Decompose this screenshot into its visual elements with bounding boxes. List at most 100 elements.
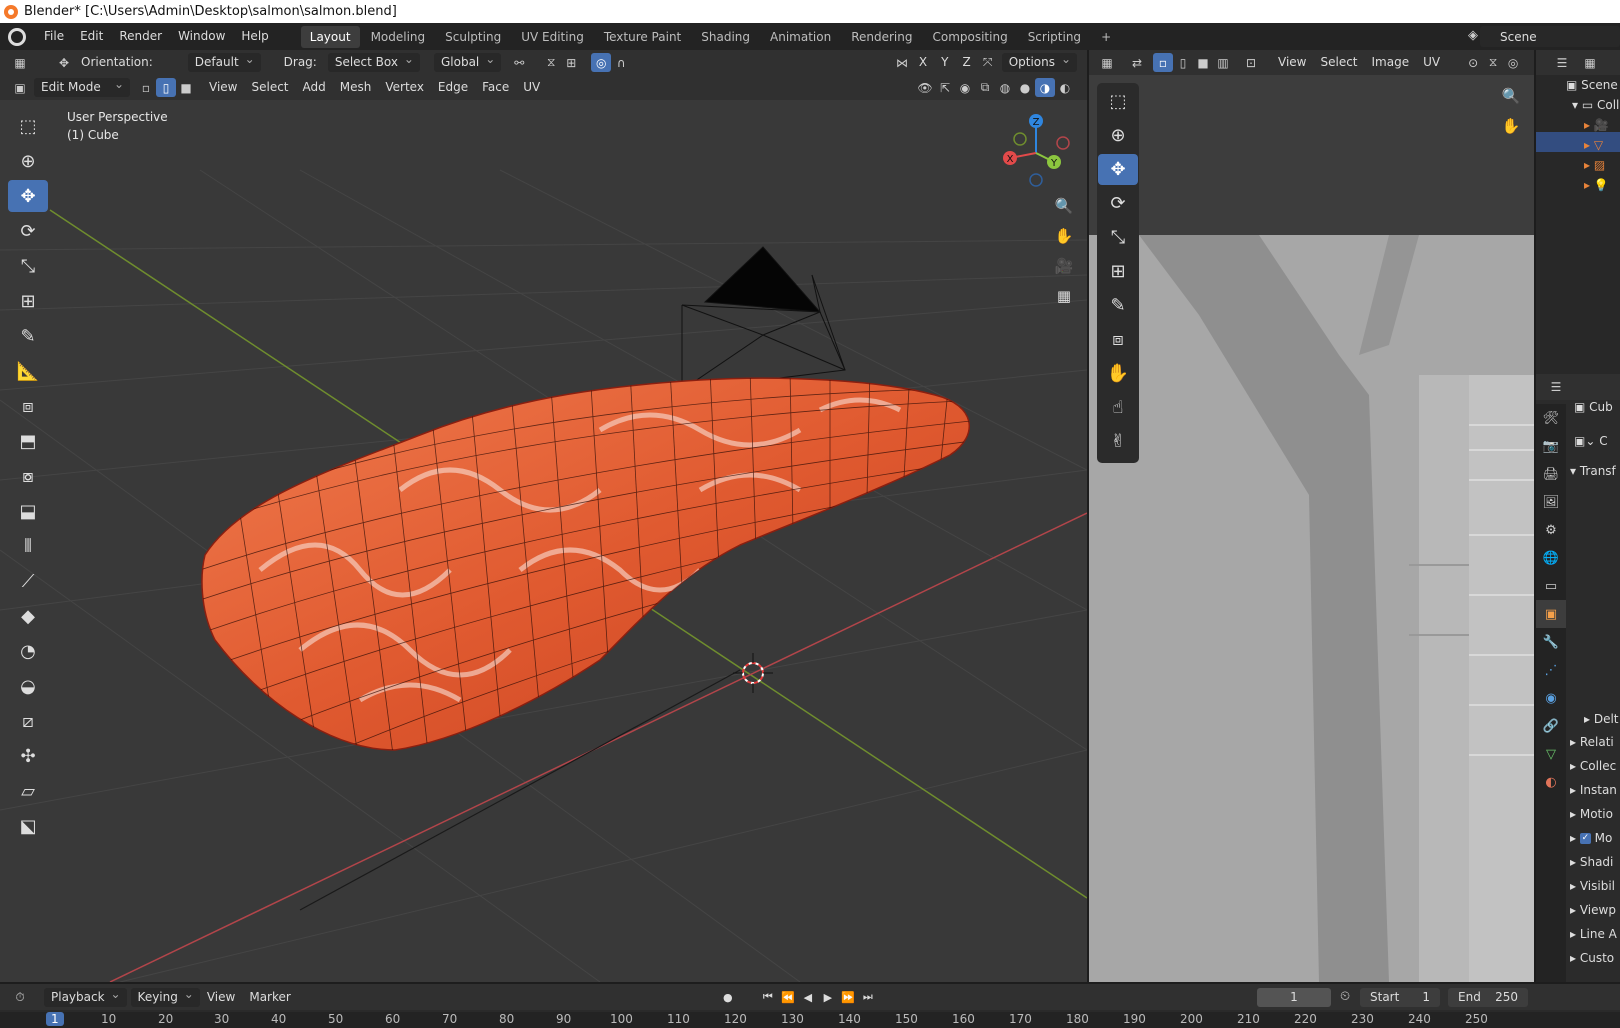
uv-move-tool[interactable]: ✥: [1098, 154, 1138, 185]
tab-scripting[interactable]: Scripting: [1019, 26, 1090, 48]
timeline-ruler[interactable]: 1 10 20 30 40 50 60 70 80 90 100 110 120…: [0, 1012, 1620, 1028]
rip-tool[interactable]: ⬕: [8, 810, 48, 842]
material-shading-icon[interactable]: ◑: [1035, 78, 1055, 97]
loop-cut-tool[interactable]: ⫴: [8, 530, 48, 562]
3d-viewport[interactable]: Z X Y ▦ ✥ Orientation: Default Drag: Sel…: [0, 50, 1087, 982]
overlay-icon[interactable]: ◉: [955, 78, 975, 97]
jump-keyframe-back-icon[interactable]: ⏪: [778, 988, 798, 1007]
cursor-tool[interactable]: ⊕: [8, 145, 48, 177]
navigation-gizmo[interactable]: Z X Y: [1003, 114, 1070, 187]
smooth-tool[interactable]: ◒: [8, 670, 48, 702]
uv-pan-icon[interactable]: ✋: [1499, 114, 1523, 138]
object-data-field[interactable]: ▣⌄ C: [1574, 434, 1608, 448]
uv-sculpt-box-tool[interactable]: ⧈: [1098, 324, 1138, 355]
visibility-panel[interactable]: ▸ Visibil: [1570, 879, 1615, 893]
select-box-tool[interactable]: ⬚: [8, 110, 48, 142]
uv-menu-view[interactable]: View: [1271, 53, 1313, 72]
line-art-panel[interactable]: ▸ Line A: [1570, 927, 1617, 941]
uv-relax-tool[interactable]: ☝: [1098, 392, 1138, 423]
playhead-frame-marker[interactable]: 1: [46, 1012, 64, 1026]
timeline[interactable]: ⏱ Playback Keying View Marker ● ⏮ ⏪ ◀ ▶ …: [0, 984, 1620, 1028]
vertex-select-icon[interactable]: ▫: [136, 78, 156, 97]
jump-keyframe-forward-icon[interactable]: ⏩: [838, 988, 858, 1007]
menu-face[interactable]: Face: [475, 78, 516, 97]
camera-object[interactable]: [681, 246, 846, 391]
outliner-scene-row[interactable]: ▣ Scene C: [1566, 78, 1620, 92]
tab-layout[interactable]: Layout: [300, 25, 360, 48]
world-tab-icon[interactable]: 🌐: [1536, 544, 1566, 572]
auto-keying-icon[interactable]: ●: [718, 988, 738, 1007]
properties-editor[interactable]: ☰ 🛠 📷 🖨 🖼 ⚙ 🌐 ▭ ▣ 🔧 ⋰ ◉ 🔗 ▽ ◐ ▣ Cub ▣⌄ C…: [1536, 374, 1620, 982]
play-reverse-icon[interactable]: ◀: [798, 988, 818, 1007]
visibility-icon[interactable]: 👁: [915, 78, 935, 97]
uv-editor-type-icon[interactable]: ▦: [1097, 53, 1117, 72]
uv-cursor-tool[interactable]: ⊕: [1098, 120, 1138, 151]
menu-edge[interactable]: Edge: [431, 78, 475, 97]
tab-animation[interactable]: Animation: [761, 26, 840, 48]
properties-editor-type-icon[interactable]: ☰: [1546, 378, 1566, 397]
salmon-mesh[interactable]: [200, 370, 980, 770]
uv-face-select-icon[interactable]: ■: [1193, 53, 1213, 72]
uv-zoom-icon[interactable]: 🔍: [1499, 84, 1523, 108]
relations-panel[interactable]: ▸ Relati: [1570, 735, 1614, 749]
object-tab-icon[interactable]: ▣: [1536, 600, 1566, 628]
render-tab-icon[interactable]: 📷: [1536, 432, 1566, 460]
uv-vertex-select-icon[interactable]: ▫: [1153, 53, 1173, 72]
uv-editor[interactable]: ▦ ⇄ ▫ ▯ ■ ▥ ⊡ View Select Image UV ⊙ ⧖ ◎: [1089, 50, 1534, 982]
gizmo-neg-z[interactable]: [1029, 173, 1043, 187]
modifier-tab-icon[interactable]: 🔧: [1536, 628, 1566, 656]
playback-menu[interactable]: Playback: [44, 985, 127, 1007]
shrink-fatten-tool[interactable]: ✣: [8, 740, 48, 772]
collections-panel[interactable]: ▸ Collec: [1570, 759, 1616, 773]
uv-menu-select[interactable]: Select: [1313, 53, 1364, 72]
jump-start-icon[interactable]: ⏮: [758, 988, 778, 1007]
uv-island-select-icon[interactable]: ▥: [1213, 53, 1233, 72]
mirror-y-toggle[interactable]: Y: [934, 53, 955, 72]
preview-range-icon[interactable]: ⏲: [1340, 989, 1350, 1004]
gizmo-toggle-icon[interactable]: ⇱: [935, 78, 955, 97]
snap-target-icon[interactable]: ⊞: [561, 53, 581, 72]
uv-sticky-mode-icon[interactable]: ⊡: [1241, 53, 1261, 72]
viewport-display-panel[interactable]: ▸ Viewp: [1570, 903, 1616, 917]
uv-snap-icon[interactable]: ⧖: [1483, 53, 1503, 72]
menu-window[interactable]: Window: [170, 23, 233, 50]
image-object-icon[interactable]: ▸ ▨: [1584, 158, 1605, 172]
uv-annotate-tool[interactable]: ✎: [1098, 290, 1138, 321]
mode-dropdown[interactable]: Edit Mode: [34, 75, 130, 97]
custom-properties-panel[interactable]: ▸ Custo: [1570, 951, 1614, 965]
menu-file[interactable]: File: [36, 23, 72, 50]
uv-sync-icon[interactable]: ⇄: [1127, 53, 1147, 72]
menu-uv[interactable]: UV: [516, 78, 547, 97]
motion-paths-panel[interactable]: ▸ Motio: [1570, 807, 1613, 821]
solid-shading-icon[interactable]: ●: [1015, 78, 1035, 97]
spin-tool[interactable]: ◔: [8, 635, 48, 667]
uv-scale-tool[interactable]: ⤡: [1098, 222, 1138, 253]
edge-select-icon[interactable]: ▯: [156, 78, 176, 97]
menu-view[interactable]: View: [202, 78, 244, 97]
material-tab-icon[interactable]: ◐: [1536, 768, 1566, 796]
add-workspace-button[interactable]: +: [1092, 26, 1120, 48]
tab-shading[interactable]: Shading: [692, 26, 759, 48]
instancing-panel[interactable]: ▸ Instan: [1570, 783, 1617, 797]
blender-menu-icon[interactable]: [8, 27, 26, 46]
inset-tool[interactable]: ⧇: [8, 460, 48, 492]
shading-panel[interactable]: ▸ Shadi: [1570, 855, 1613, 869]
current-frame-field[interactable]: 1: [1257, 988, 1331, 1007]
menu-add[interactable]: Add: [296, 78, 333, 97]
knife-tool[interactable]: ⟋: [8, 565, 48, 597]
rendered-shading-icon[interactable]: ◐: [1055, 78, 1075, 97]
options-dropdown[interactable]: Options: [1001, 50, 1077, 72]
drag-dropdown[interactable]: Select Box: [327, 50, 420, 72]
mirror-x-toggle[interactable]: X: [912, 53, 934, 72]
measure-tool[interactable]: 📐: [8, 355, 48, 387]
scale-tool[interactable]: ⤡: [8, 250, 48, 282]
marker-menu[interactable]: Marker: [242, 988, 297, 1007]
outliner[interactable]: ☰ ▦ ▣ Scene C ▾ ▭ Coll ▸ 🎥 ▸ ▽ ▸ ▨ ▸ 💡: [1536, 50, 1620, 380]
tab-uv-editing[interactable]: UV Editing: [512, 26, 593, 48]
uv-rotate-tool[interactable]: ⟳: [1098, 188, 1138, 219]
transform-space-dropdown[interactable]: Global: [433, 50, 502, 72]
camera-view-icon[interactable]: 🎥: [1052, 254, 1076, 278]
menu-render[interactable]: Render: [111, 23, 170, 50]
menu-edit[interactable]: Edit: [72, 23, 111, 50]
uv-select-box-tool[interactable]: ⬚: [1098, 86, 1138, 117]
